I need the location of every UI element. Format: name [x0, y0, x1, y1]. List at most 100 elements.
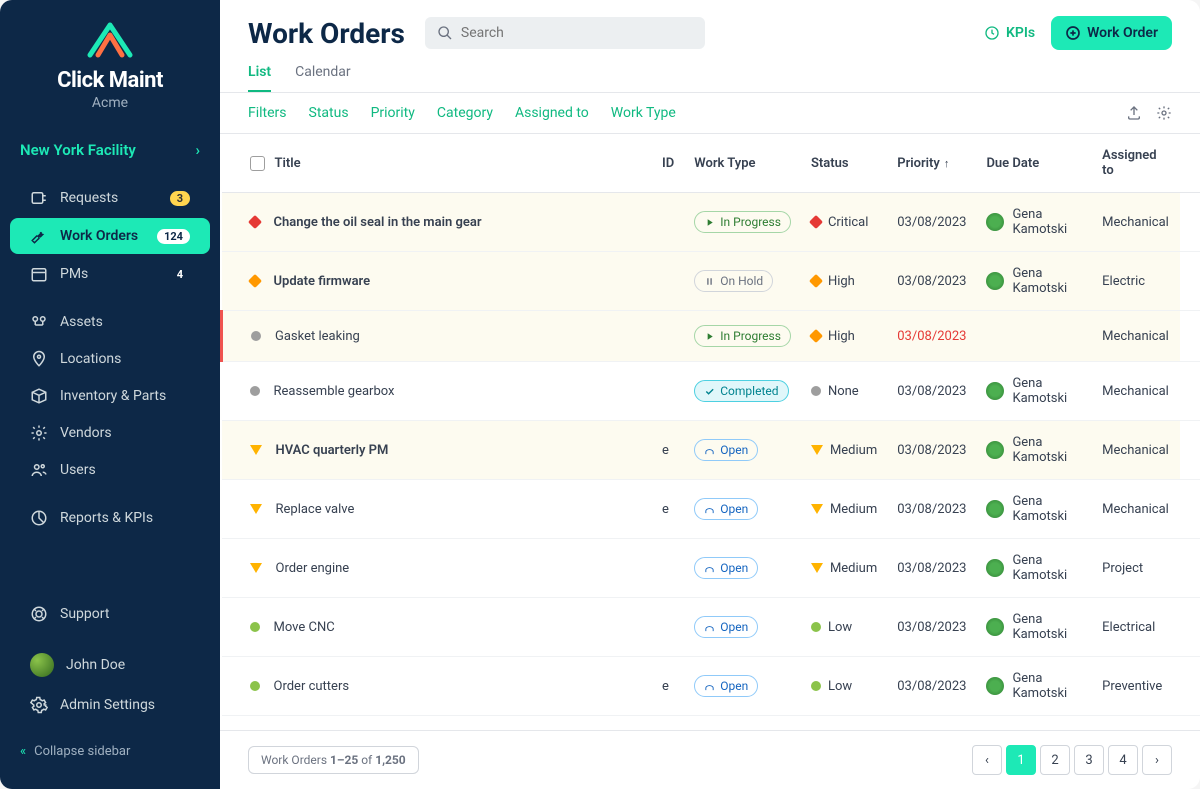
table-row[interactable]: Move CNC Open Low 03/08/2023 Gena Kamots… [222, 598, 1200, 657]
status-pill: Open [694, 675, 758, 697]
page-next[interactable]: › [1142, 745, 1172, 775]
nav-inventory[interactable]: Inventory & Parts [10, 378, 210, 414]
assigned-name: Gena Kamotski [1012, 612, 1082, 642]
nav-label: Support [60, 606, 190, 622]
nav-pms[interactable]: PMs 4 [10, 256, 210, 292]
col-title[interactable]: Title [275, 156, 301, 171]
avatar [986, 441, 1004, 459]
col-status[interactable]: Status [801, 134, 887, 193]
work-orders-table: Title ID Work Type Status Priority↑ Due … [220, 134, 1200, 730]
page-4[interactable]: 4 [1108, 745, 1138, 775]
assigned-name: Gena Kamotski [1012, 376, 1082, 406]
badge: 4 [170, 267, 190, 282]
table-row[interactable]: Update firmware On Hold High 03/08/2023 … [222, 252, 1200, 311]
table-row[interactable]: HVAC quarterly PM e Open Medium 03/08/20… [222, 421, 1200, 480]
page-title: Work Orders [248, 17, 405, 50]
nav-current-user[interactable]: John Doe [10, 644, 210, 686]
nav-reports[interactable]: Reports & KPIs [10, 500, 210, 536]
nav-label: Reports & KPIs [60, 510, 190, 526]
page-2[interactable]: 2 [1040, 745, 1070, 775]
priority-label: Low [828, 679, 852, 694]
priority-icon [811, 504, 823, 514]
export-icon[interactable] [1126, 105, 1142, 121]
nav-assets[interactable]: Assets [10, 304, 210, 340]
table-row[interactable]: Gasket leaking In Progress High 03/08/20… [222, 311, 1200, 362]
status-pill: Open [694, 498, 758, 520]
page-prev[interactable]: ‹ [972, 745, 1002, 775]
col-worktype[interactable]: Work Type [684, 134, 801, 193]
due-date: 03/08/2023 [887, 598, 976, 657]
priority-icon [809, 215, 823, 229]
nav-users[interactable]: Users [10, 452, 210, 488]
priority-icon [247, 215, 261, 229]
due-date: 03/08/2023 [887, 657, 976, 716]
settings-icon[interactable] [1156, 105, 1172, 121]
col-priority[interactable]: Priority↑ [887, 134, 976, 193]
col-assigned[interactable]: Assigned to [1092, 134, 1180, 193]
kpis-link[interactable]: KPIs [984, 25, 1035, 41]
due-date: 03/08/2023 [887, 362, 976, 421]
tab-calendar[interactable]: Calendar [295, 58, 351, 92]
filter-category[interactable]: Category [437, 105, 493, 121]
table-row[interactable]: Change the oil seal in the main gear In … [222, 193, 1200, 252]
table-row[interactable]: Replace valve e Open Medium 03/08/2023 G… [222, 480, 1200, 539]
priority-label: High [828, 274, 855, 289]
priority-icon [250, 386, 260, 396]
box-icon [30, 387, 48, 405]
tab-list[interactable]: List [248, 58, 271, 92]
nav-admin-settings[interactable]: Admin Settings [10, 687, 210, 723]
table-row[interactable]: Planned maintenance of the loader Open L… [222, 716, 1200, 731]
new-work-order-button[interactable]: Work Order [1051, 16, 1172, 50]
search-input[interactable] [461, 25, 693, 41]
lifebuoy-icon [30, 605, 48, 623]
page-1[interactable]: 1 [1006, 745, 1036, 775]
priority-icon [247, 274, 261, 288]
page-3[interactable]: 3 [1074, 745, 1104, 775]
priority-label: Medium [830, 561, 877, 576]
collapse-label: Collapse sidebar [34, 744, 130, 759]
record-count: Work Orders 1–25 of 1,250 [248, 746, 419, 774]
search-box[interactable] [425, 17, 705, 49]
new-wo-label: Work Order [1087, 25, 1158, 41]
avatar [986, 500, 1004, 518]
facility-selector[interactable]: New York Facility › [0, 131, 220, 169]
table-row[interactable]: Order cutters e Open Low 03/08/2023 Gena… [222, 657, 1200, 716]
priority-icon [809, 329, 823, 343]
wo-id [652, 598, 684, 657]
category: Mechanical [1092, 480, 1180, 539]
table-row[interactable]: Order engine Open Medium 03/08/2023 Gena… [222, 539, 1200, 598]
assigned-name: Gena Kamotski [1012, 435, 1082, 465]
select-all-checkbox[interactable] [250, 156, 265, 171]
avatar [986, 213, 1004, 231]
wo-title: Update firmware [274, 274, 371, 289]
nav-requests[interactable]: Requests 3 [10, 180, 210, 216]
nav-vendors[interactable]: Vendors [10, 415, 210, 451]
clock-icon [984, 25, 1000, 41]
sidebar: Click Maint Acme New York Facility › Req… [0, 0, 220, 789]
nav-label: Inventory & Parts [60, 388, 190, 404]
calendar-icon [30, 265, 48, 283]
col-due[interactable]: Due Date [976, 134, 1092, 193]
wo-id: e [652, 421, 684, 480]
filter-filters[interactable]: Filters [248, 105, 287, 121]
wo-title: Gasket leaking [275, 329, 360, 344]
filter-priority[interactable]: Priority [371, 105, 415, 121]
logo-icon [80, 20, 140, 60]
col-id[interactable]: ID [652, 134, 684, 193]
nav-locations[interactable]: Locations [10, 341, 210, 377]
chart-icon [30, 509, 48, 527]
wo-id [652, 193, 684, 252]
table-row[interactable]: Reassemble gearbox Completed None 03/08/… [222, 362, 1200, 421]
priority-icon [250, 622, 260, 632]
kpis-label: KPIs [1006, 25, 1035, 41]
priority-icon [811, 386, 821, 396]
nav-work-orders[interactable]: Work Orders 124 [10, 218, 210, 254]
settings-icon [30, 696, 48, 714]
filter-worktype[interactable]: Work Type [611, 105, 676, 121]
nav-label: PMs [60, 266, 170, 282]
nav-support[interactable]: Support [10, 596, 210, 632]
collapse-sidebar[interactable]: « Collapse sidebar [0, 734, 220, 769]
filter-assigned[interactable]: Assigned to [515, 105, 589, 121]
priority-label: Critical [828, 215, 868, 230]
filter-status[interactable]: Status [309, 105, 349, 121]
